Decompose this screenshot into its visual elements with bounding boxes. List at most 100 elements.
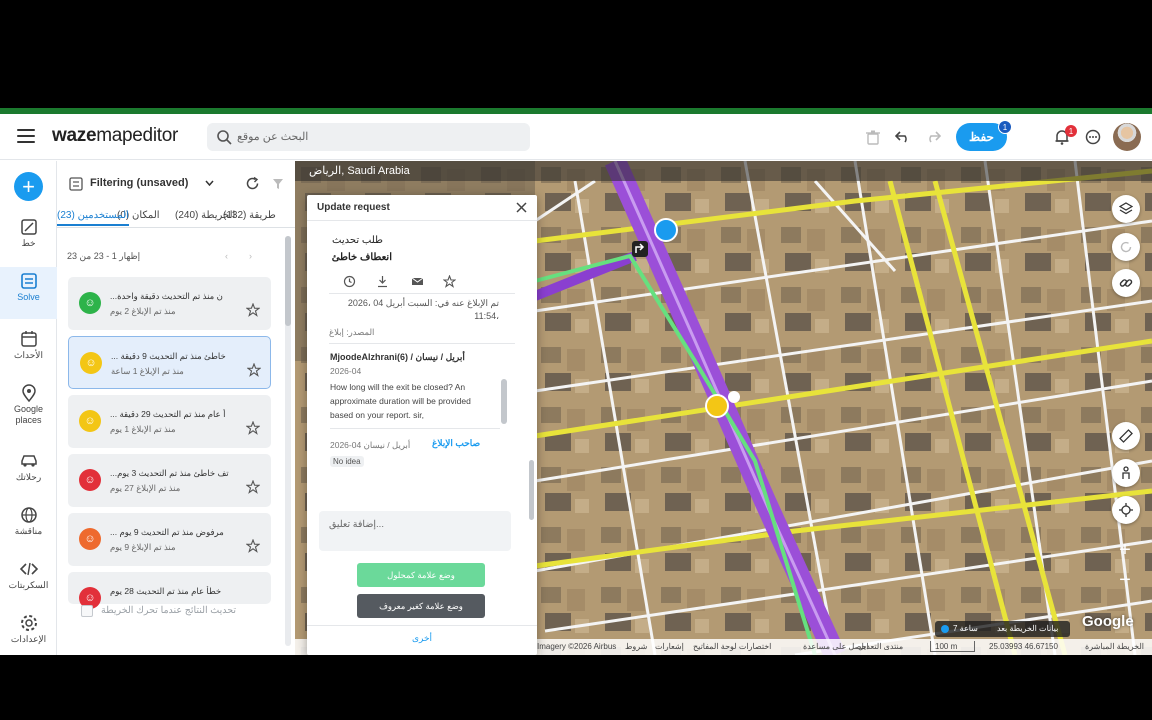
letterbox-bottom [0,655,1152,720]
calendar-icon [20,331,37,347]
map-data-age-label: بيانات الخريطة بعد [997,624,1059,633]
history-icon[interactable] [343,275,356,288]
mark-not-identified-button[interactable]: وضع علامة كغير معروف [357,594,485,618]
refresh-icon [1120,241,1132,253]
message-author: MjoodeAlzhrani(6) / أبريل / نيسان [330,352,465,362]
issue-card[interactable]: ☺ خطأ عام منذ تم التحديث 28 يوم [68,572,271,609]
trash-icon[interactable] [862,126,884,148]
waze-logo: wazemapeditor [52,125,179,146]
rail-item-drives[interactable]: رحلاتك [0,447,57,499]
tab-users[interactable]: المستخدمين (23) [57,210,129,226]
conversation-scrollbar[interactable] [501,379,507,424]
search-icon [217,130,232,145]
update-request-marker-icon[interactable] [705,394,729,418]
rail-item-settings[interactable]: الإعدادات [0,609,57,655]
locate-me-button[interactable] [1112,496,1140,524]
rail-item-draw[interactable]: خط [0,213,57,265]
rail-item-google-places[interactable]: Google places [0,379,57,437]
reporter-name[interactable]: صاحب الإبلاغ [432,438,480,449]
rail-label: الإعدادات [10,634,47,644]
issue-reported-age: منذ تم الإبلاغ 27 يوم [110,483,181,493]
live-map-link[interactable]: الخريطة المباشرة [1085,642,1144,651]
star-icon[interactable] [246,480,260,494]
rail-item-solve[interactable]: Solve [0,267,57,319]
draw-icon [20,219,37,235]
notices-link[interactable]: إشعارات [655,642,684,651]
map-data-age-pill: 7 ساعة بيانات الخريطة بعد [935,621,1070,637]
scale-label: 100 m [935,642,958,651]
crosshair-icon [1119,503,1133,517]
chat-icon[interactable] [1082,126,1104,148]
issue-reported-age: منذ تم الإبلاغ 2 يوم [110,306,176,316]
search-input[interactable] [237,127,517,147]
issue-card[interactable]: ☺ ...تف خاطئ منذ تم التحديث 3 يوم منذ تم ا… [68,454,271,507]
star-icon[interactable] [246,421,260,435]
add-button[interactable]: + [14,172,43,201]
star-icon[interactable] [246,539,260,553]
map-marker-icon[interactable] [654,218,678,242]
chevron-down-icon[interactable] [205,180,214,186]
rail-item-discuss[interactable]: مناقشة [0,501,57,553]
issue-summary: ... خاطئ منذ تم التحديث 9 دقيقة [111,351,226,361]
rail-item-scripts[interactable]: السكربتات [0,555,57,607]
issues-panel: Filtering (unsaved) طريقة (132) الخريطة … [57,161,295,655]
panel-scrollbar[interactable] [285,236,291,646]
other-button[interactable]: أخرى [307,633,537,644]
request-type: طلب تحديث [332,235,383,246]
refresh-icon[interactable] [245,176,260,191]
issue-card[interactable]: ☺ ... مرفوض منذ تم التحديث 9 يوم منذ تم ال… [68,513,271,566]
layers-button[interactable] [1112,195,1140,223]
issue-card[interactable]: ☺ ...ن منذ تم التحديث دقيقة واحدة منذ تم ا… [68,277,271,330]
panel-scrollbar-thumb[interactable] [285,236,291,326]
filter-dropdown[interactable]: Filtering (unsaved) [90,177,188,189]
star-icon[interactable] [246,303,260,317]
download-icon[interactable] [376,275,389,288]
menu-icon[interactable] [17,129,35,143]
terms-link[interactable]: شروط [625,642,647,651]
prev-page-icon[interactable]: ‹ [225,251,228,261]
measure-button[interactable] [1112,422,1140,450]
rail-label: مناقشة [14,526,43,536]
user-avatar[interactable] [1113,123,1141,151]
redo-icon[interactable] [922,126,944,148]
update-request-icon: ☺ [79,292,101,314]
forum-link[interactable]: منتدى التعديل [858,642,903,651]
funnel-icon[interactable] [272,178,284,190]
zoom-out-button[interactable]: − [1110,565,1140,595]
info-dot-icon [941,625,949,633]
map-location-text: الرياض, Saudi Arabia [309,165,410,177]
dialog-scrollbar[interactable] [529,460,534,520]
issue-card[interactable]: ☺ ... خاطئ منذ تم التحديث 9 دقيقة منذ تم ا… [68,336,271,389]
request-actions [343,274,463,291]
star-icon[interactable] [247,363,261,377]
update-request-icon: ☺ [79,410,101,432]
next-page-icon[interactable]: › [249,251,252,261]
star-icon[interactable] [442,274,457,288]
permalink-button[interactable] [1112,269,1140,297]
filter-list-icon[interactable] [69,177,83,191]
ruler-icon [1119,429,1133,443]
shortcuts-link[interactable]: اختصارات لوحة المفاتيح [693,642,771,651]
email-icon[interactable] [411,275,424,288]
divider [307,625,537,626]
layers-icon [1119,202,1133,215]
zoom-in-button[interactable]: + [1110,535,1140,565]
close-icon[interactable] [515,201,528,214]
message-date: 2026-04 [330,366,362,376]
comment-box[interactable] [319,511,511,551]
rail-item-events[interactable]: الأحداث [0,325,57,377]
comment-input[interactable] [329,519,499,543]
mark-solved-button[interactable]: وضع علامة كمحلول [357,563,485,587]
search-box[interactable] [207,123,530,151]
issue-reported-age: منذ تم الإبلاغ 1 ساعة [111,366,184,376]
undo-icon[interactable] [892,126,914,148]
reported-on: تم الإبلاغ عنه في: السبت أبريل 04 ،2026 … [347,298,499,321]
request-subtype: انعطاف خاطئ [331,252,392,263]
issue-card[interactable]: ☺ ... أ عام منذ تم التحديث 29 دقيقة منذ تم… [68,395,271,448]
map-refresh-button[interactable] [1112,233,1140,261]
report-source: المصدر: إبلاغ [329,327,375,337]
street-view-button[interactable] [1112,459,1140,487]
rail-label: Google places [13,404,44,425]
sync-checkbox[interactable] [81,605,93,617]
tab-map[interactable]: الخريطة (240) [175,210,235,221]
